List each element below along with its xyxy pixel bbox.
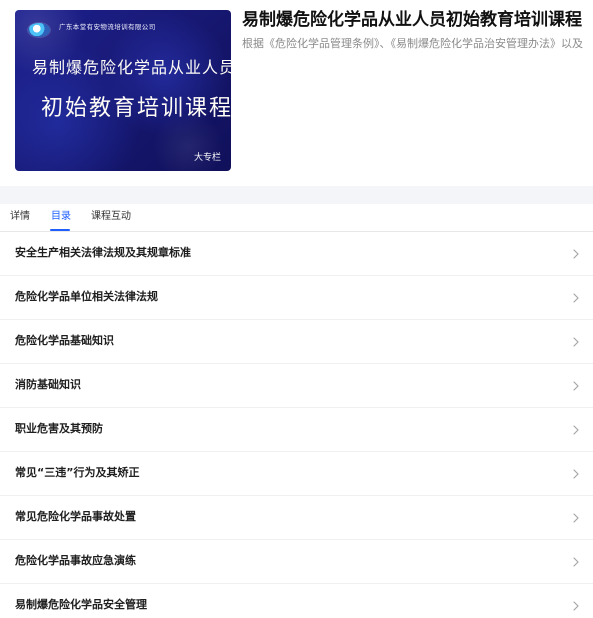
chevron-right-icon bbox=[573, 381, 579, 391]
chevron-right-icon bbox=[573, 337, 579, 347]
cover-title-line-2: 初始教育培训课程 bbox=[41, 96, 231, 121]
catalog-item-label: 职业危害及其预防 bbox=[15, 422, 103, 435]
chevron-right-icon bbox=[573, 425, 579, 435]
course-page: 广东本堂有安物流培训有限公司 易制爆危险化学品从业人员 初始教育培训课程 大专栏… bbox=[0, 0, 593, 618]
section-separator bbox=[0, 186, 593, 204]
course-tabs: 详情 目录 课程互动 bbox=[0, 204, 593, 232]
tab-course-interaction[interactable]: 课程互动 bbox=[91, 212, 131, 222]
catalog-item-label: 危险化学品事故应急演练 bbox=[15, 554, 136, 567]
course-header: 广东本堂有安物流培训有限公司 易制爆危险化学品从业人员 初始教育培训课程 大专栏… bbox=[0, 0, 593, 186]
active-tab-indicator bbox=[50, 229, 70, 231]
catalog-item[interactable]: 危险化学品事故应急演练 bbox=[0, 540, 593, 584]
course-title: 易制爆危险化学品从业人员初始教育培训课程 bbox=[242, 10, 582, 30]
chevron-right-icon bbox=[573, 469, 579, 479]
chevron-right-icon bbox=[573, 249, 579, 259]
catalog-item-label: 危险化学品基础知识 bbox=[15, 334, 114, 347]
catalog-item-label: 消防基础知识 bbox=[15, 378, 81, 391]
logo-icon bbox=[28, 23, 50, 37]
catalog-item-label: 常见“三违”行为及其矫正 bbox=[15, 466, 140, 479]
cover-badge: 大专栏 bbox=[193, 153, 221, 163]
tab-detail[interactable]: 详情 bbox=[10, 212, 30, 222]
catalog-item[interactable]: 消防基础知识 bbox=[0, 364, 593, 408]
catalog-item-label: 危险化学品单位相关法律法规 bbox=[15, 290, 158, 303]
chevron-right-icon bbox=[573, 293, 579, 303]
course-cover: 广东本堂有安物流培训有限公司 易制爆危险化学品从业人员 初始教育培训课程 大专栏 bbox=[15, 10, 231, 171]
catalog-item-label: 易制爆危险化学品安全管理 bbox=[15, 598, 147, 611]
chevron-right-icon bbox=[573, 513, 579, 523]
catalog-item[interactable]: 易制爆危险化学品安全管理 bbox=[0, 584, 593, 618]
catalog-item[interactable]: 危险化学品基础知识 bbox=[0, 320, 593, 364]
catalog-list: 安全生产相关法律法规及其规章标准 危险化学品单位相关法律法规 危险化学品基础知识… bbox=[0, 232, 593, 618]
course-subtitle: 根据《危险化学品管理条例》、《易制爆危险化学品治安管理办法》以及 bbox=[242, 37, 583, 50]
cover-title-line-1: 易制爆危险化学品从业人员 bbox=[32, 58, 231, 77]
catalog-item[interactable]: 常见危险化学品事故处置 bbox=[0, 496, 593, 540]
chevron-right-icon bbox=[573, 601, 579, 611]
tab-catalog[interactable]: 目录 bbox=[51, 212, 71, 222]
catalog-item-label: 安全生产相关法律法规及其规章标准 bbox=[15, 246, 191, 259]
catalog-item[interactable]: 安全生产相关法律法规及其规章标准 bbox=[0, 232, 593, 276]
chevron-right-icon bbox=[573, 557, 579, 567]
catalog-item-label: 常见危险化学品事故处置 bbox=[15, 510, 136, 523]
catalog-item[interactable]: 常见“三违”行为及其矫正 bbox=[0, 452, 593, 496]
catalog-item[interactable]: 危险化学品单位相关法律法规 bbox=[0, 276, 593, 320]
cover-company-name: 广东本堂有安物流培训有限公司 bbox=[59, 23, 156, 31]
catalog-item[interactable]: 职业危害及其预防 bbox=[0, 408, 593, 452]
